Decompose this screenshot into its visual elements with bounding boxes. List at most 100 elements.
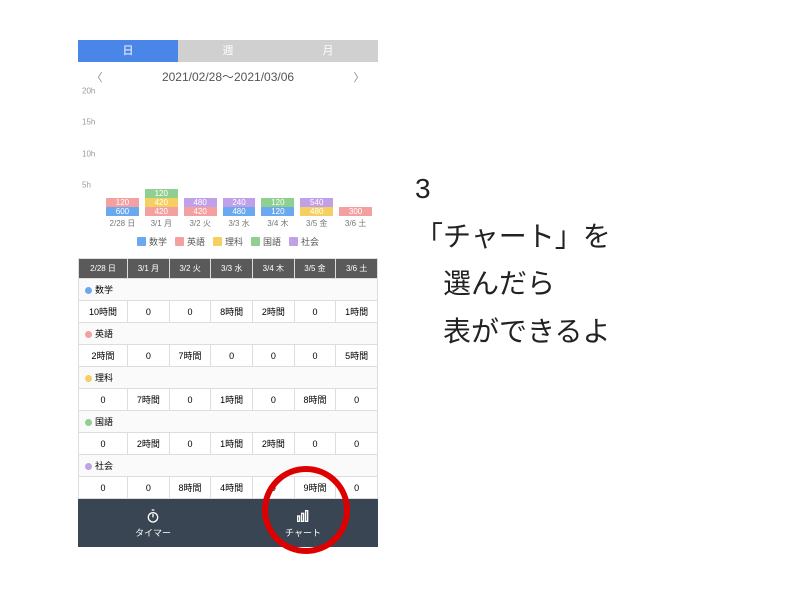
table-cell: 0	[336, 477, 378, 499]
table-cell: 0	[253, 389, 295, 411]
x-label: 3/1 月	[145, 218, 178, 229]
phone-frame: 日 週 月 〈 2021/02/28～2021/03/06 〉 20h 15h …	[78, 40, 378, 547]
date-range-label: 2021/02/28～2021/03/06	[162, 68, 294, 85]
table-cell: 0	[169, 301, 211, 323]
bar-segment: 240	[223, 198, 256, 207]
subject-dot	[85, 463, 92, 470]
table-cell: 0	[128, 345, 170, 367]
legend-label: 英語	[187, 235, 205, 248]
period-tabs: 日 週 月	[78, 40, 378, 62]
legend-label: 数学	[149, 235, 167, 248]
table-cell: 8時間	[169, 477, 211, 499]
table-cell: 2時間	[253, 433, 295, 455]
tab-week[interactable]: 週	[178, 40, 278, 62]
table-cell: 1時間	[211, 389, 253, 411]
tab-month[interactable]: 月	[278, 40, 378, 62]
ytick: 10h	[82, 149, 95, 158]
prev-icon[interactable]: 〈	[90, 69, 104, 85]
subject-row: 英語	[79, 323, 378, 345]
x-label: 3/2 火	[184, 218, 217, 229]
subject-row: 数学	[79, 279, 378, 301]
table-cell: 8時間	[211, 301, 253, 323]
table-header: 3/6 土	[336, 259, 378, 279]
subject-row: 理科	[79, 367, 378, 389]
x-label: 2/28 日	[106, 218, 139, 229]
table-cell: 0	[128, 301, 170, 323]
ytick: 5h	[82, 180, 91, 189]
bar-segment: 420	[184, 207, 217, 216]
table-row: 07時間01時間08時間0	[79, 389, 378, 411]
next-icon[interactable]: 〉	[352, 69, 366, 85]
chart-label: チャート	[285, 526, 321, 539]
table-cell: 7時間	[128, 389, 170, 411]
table-cell: 0	[336, 389, 378, 411]
table-cell: 0	[169, 433, 211, 455]
table-cell: 2時間	[79, 345, 128, 367]
bar-segment: 480	[223, 207, 256, 216]
bar-segment: 120	[106, 198, 139, 207]
table-header: 3/2 火	[169, 259, 211, 279]
legend-swatch	[213, 237, 222, 246]
table-cell: 1時間	[336, 301, 378, 323]
bar-segment: 120	[261, 198, 294, 207]
table-cell: 8時間	[294, 389, 336, 411]
legend-label: 理科	[225, 235, 243, 248]
bar-segment: 480	[300, 207, 333, 216]
legend-swatch	[175, 237, 184, 246]
bar-segment: 120	[261, 207, 294, 216]
table-cell: 2時間	[253, 301, 295, 323]
legend-swatch	[289, 237, 298, 246]
bar-column: 300	[339, 207, 372, 216]
table-cell: 7時間	[169, 345, 211, 367]
table-cell: 1時間	[211, 433, 253, 455]
stopwatch-icon	[145, 508, 161, 524]
table-cell: 0	[294, 345, 336, 367]
legend-swatch	[251, 237, 260, 246]
table-header: 2/28 日	[79, 259, 128, 279]
table-cell: 0	[79, 389, 128, 411]
subject-dot	[85, 375, 92, 382]
subject-dot	[85, 419, 92, 426]
table-header: 3/4 木	[253, 259, 295, 279]
bar-column: 480540	[300, 198, 333, 216]
table-header: 3/3 水	[211, 259, 253, 279]
ytick: 20h	[82, 87, 95, 96]
table-cell: 4時間	[211, 477, 253, 499]
bar-column: 600120	[106, 198, 139, 216]
table-row: 008時間4時間09時間0	[79, 477, 378, 499]
table-cell: 0	[169, 389, 211, 411]
x-label: 3/6 土	[339, 218, 372, 229]
legend-swatch	[137, 237, 146, 246]
x-label: 3/3 水	[223, 218, 256, 229]
timer-button[interactable]: タイマー	[78, 499, 228, 547]
table-header: 3/5 金	[294, 259, 336, 279]
bar-segment: 480	[184, 198, 217, 207]
x-label: 3/5 金	[300, 218, 333, 229]
table-cell: 0	[79, 433, 128, 455]
bar-column: 420420120	[145, 189, 178, 216]
timer-label: タイマー	[135, 526, 171, 539]
tab-day[interactable]: 日	[78, 40, 178, 62]
table-cell: 0	[336, 433, 378, 455]
table-cell: 0	[253, 345, 295, 367]
table-cell: 10時間	[79, 301, 128, 323]
table-cell: 5時間	[336, 345, 378, 367]
table-cell: 0	[128, 477, 170, 499]
bar-segment: 420	[145, 198, 178, 207]
instruction-text: 3 「チャート」を 選んだら 表ができるよ	[415, 165, 611, 355]
study-chart: 20h 15h 10h 5h 6001204204201204204804802…	[78, 91, 378, 216]
subject-dot	[85, 287, 92, 294]
date-navigator: 〈 2021/02/28～2021/03/06 〉	[78, 62, 378, 91]
x-axis: 2/28 日3/1 月3/2 火3/3 水3/4 木3/5 金3/6 土	[78, 216, 378, 229]
chart-icon	[295, 508, 311, 524]
table-cell: 0	[211, 345, 253, 367]
chart-button[interactable]: チャート	[228, 499, 378, 547]
legend-label: 社会	[301, 235, 319, 248]
bar-segment: 120	[145, 189, 178, 198]
subject-row: 社会	[79, 455, 378, 477]
table-cell: 2時間	[128, 433, 170, 455]
bar-segment: 540	[300, 198, 333, 207]
bar-column: 420480	[184, 198, 217, 216]
legend-label: 国語	[263, 235, 281, 248]
study-table: 2/28 日3/1 月3/2 火3/3 水3/4 木3/5 金3/6 土 数学1…	[78, 258, 378, 499]
